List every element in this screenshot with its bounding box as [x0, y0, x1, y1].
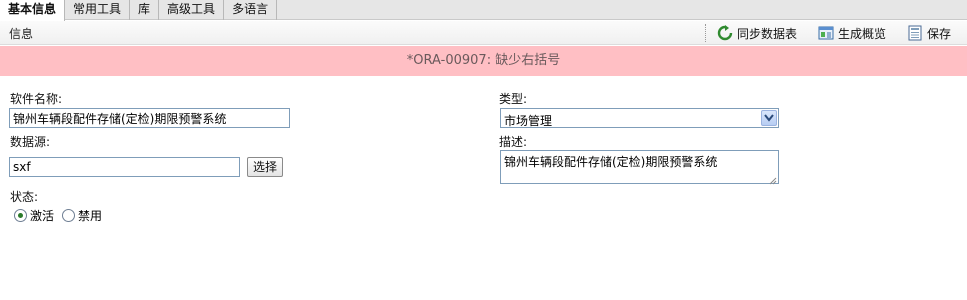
- resize-grip-icon[interactable]: [769, 174, 777, 185]
- radio-checked-icon: [14, 209, 27, 222]
- status-disabled-label: 禁用: [78, 209, 103, 223]
- generate-overview-button[interactable]: 生成概览: [818, 23, 886, 43]
- status-disabled-radio[interactable]: 禁用: [62, 207, 102, 224]
- tab-common-tools[interactable]: 常用工具: [65, 0, 131, 20]
- save-icon: [907, 25, 923, 41]
- save-label: 保存: [927, 26, 952, 41]
- tab-multilanguage[interactable]: 多语言: [224, 0, 278, 20]
- software-name-label: 软件名称:: [10, 92, 63, 106]
- status-active-label: 激活: [30, 209, 55, 223]
- status-active-radio[interactable]: 激活: [14, 207, 54, 224]
- toolbar-title: 信息: [9, 27, 34, 41]
- save-button[interactable]: 保存: [907, 23, 951, 43]
- sync-tables-button[interactable]: 同步数据表: [717, 23, 797, 43]
- datasource-label: 数据源:: [10, 135, 51, 149]
- status-label: 状态:: [10, 190, 39, 204]
- tab-basic-info[interactable]: 基本信息: [0, 0, 66, 21]
- status-radio-group: 激活 禁用: [14, 207, 110, 224]
- chevron-down-icon[interactable]: [761, 110, 777, 126]
- error-banner: *ORA-00907: 缺少右括号: [0, 46, 967, 76]
- sync-tables-label: 同步数据表: [737, 26, 798, 41]
- overview-icon: [818, 25, 834, 41]
- tab-advanced-tools[interactable]: 高级工具: [159, 0, 225, 20]
- toolbar: 信息 同步数据表 生成概览 保存: [0, 21, 967, 45]
- software-name-field[interactable]: [9, 108, 290, 128]
- type-select[interactable]: 市场管理: [500, 108, 779, 128]
- radio-unchecked-icon: [62, 209, 76, 222]
- tab-library[interactable]: 库: [130, 0, 160, 20]
- description-value: 锦州车辆段配件存储(定检)期限预警系统: [504, 155, 718, 169]
- description-field[interactable]: 锦州车辆段配件存储(定检)期限预警系统: [500, 150, 779, 185]
- generate-overview-label: 生成概览: [838, 26, 887, 41]
- toolbar-separator: [705, 24, 706, 42]
- type-label: 类型:: [499, 92, 528, 106]
- sync-icon: [717, 25, 733, 41]
- tab-strip: 基本信息 常用工具 库 高级工具 多语言: [0, 0, 967, 21]
- select-datasource-button[interactable]: 选择: [247, 157, 284, 177]
- description-label: 描述:: [499, 135, 528, 149]
- type-select-value: 市场管理: [504, 114, 553, 128]
- datasource-field[interactable]: [9, 157, 240, 177]
